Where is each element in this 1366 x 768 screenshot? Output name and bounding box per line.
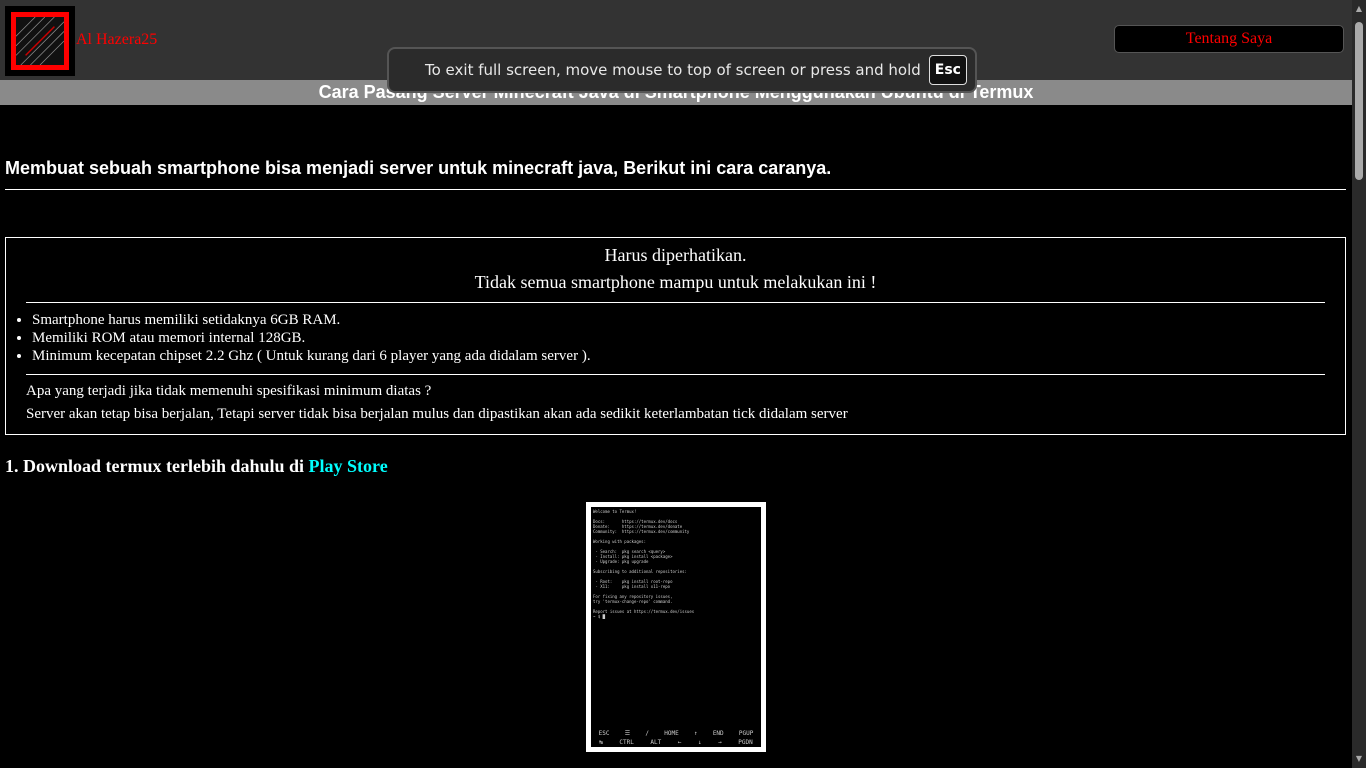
extra-key: PGUP	[738, 730, 754, 737]
scrollbar-thumb[interactable]	[1355, 22, 1363, 180]
terminal-output: Welcome to Termux! Docs: https://termux.d…	[591, 507, 761, 747]
requirement-item: Minimum kecepatan chipset 2.2 Ghz ( Untu…	[32, 347, 1345, 365]
requirement-item: Memiliki ROM atau memori internal 128GB.	[32, 329, 1345, 347]
extra-key: HOME	[664, 730, 679, 737]
notice-box: Harus diperhatikan. Tidak semua smartpho…	[5, 237, 1346, 435]
extra-key: ↹	[599, 739, 603, 746]
extra-key: ↑	[693, 730, 698, 737]
site-logo[interactable]	[5, 6, 75, 76]
extra-key: ☰	[624, 730, 631, 737]
toast-message: To exit full screen, move mouse to top o…	[425, 61, 921, 79]
extra-key: →	[718, 739, 722, 746]
termux-screenshot: Welcome to Termux! Docs: https://termux.d…	[586, 502, 766, 752]
extra-key: /	[645, 730, 649, 737]
requirement-item: Smartphone harus memiliki setidaknya 6GB…	[32, 311, 1345, 329]
requirements-list: Smartphone harus memiliki setidaknya 6GB…	[6, 311, 1345, 365]
extra-key: ALT	[650, 739, 662, 746]
notice-divider	[26, 374, 1325, 375]
esc-key-badge: Esc	[928, 55, 967, 85]
notice-subtitle: Tidak semua smartphone mampu untuk melak…	[474, 272, 877, 292]
extra-key: ESC	[598, 730, 610, 737]
about-me-button[interactable]: Tentang Saya	[1114, 25, 1344, 53]
extra-key: END	[712, 730, 724, 737]
extra-key: ←	[677, 739, 682, 746]
notice-title: Harus diperhatikan.	[604, 245, 747, 265]
notice-question: Apa yang terjadi jika tidak memenuhi spe…	[26, 383, 432, 399]
step-1-heading: 1. Download termux terlebih dahulu di Pl…	[5, 456, 388, 477]
extra-keys-bar: ESC ☰ / HOME ↑ END PGUP ↹ CTRL ALT ← ↓ → PGDN	[591, 727, 761, 746]
terminal-line: ~ $ █	[593, 614, 606, 619]
vertical-scrollbar[interactable]: ▲ ▼	[1352, 0, 1366, 768]
notice-divider	[26, 302, 1325, 303]
extra-key: PGDN	[738, 739, 753, 746]
notice-answer: Server akan tetap bisa berjalan, Tetapi …	[26, 406, 848, 422]
extra-key: CTRL	[619, 739, 634, 746]
logo-image	[11, 12, 69, 70]
extra-key: ↓	[697, 739, 702, 746]
brand-name[interactable]: Al Hazera25	[76, 31, 157, 49]
fullscreen-exit-toast: To exit full screen, move mouse to top o…	[387, 47, 977, 93]
scroll-up-arrow-icon[interactable]: ▲	[1352, 2, 1366, 16]
scroll-down-arrow-icon[interactable]: ▼	[1352, 752, 1366, 766]
step-1-text: 1. Download termux terlebih dahulu di	[5, 456, 309, 476]
play-store-link[interactable]: Play Store	[309, 456, 388, 476]
article-intro: Membuat sebuah smartphone bisa menjadi s…	[5, 158, 1346, 190]
